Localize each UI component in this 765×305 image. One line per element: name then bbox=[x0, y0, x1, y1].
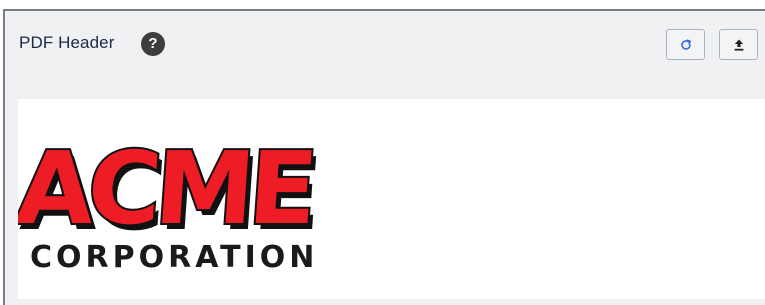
help-icon[interactable]: ? bbox=[141, 32, 165, 56]
refresh-button[interactable] bbox=[666, 29, 705, 60]
logo-word-sub: CORPORATION bbox=[30, 240, 318, 275]
upload-icon bbox=[734, 39, 743, 51]
acme-corporation-logo: ACME ACME CORPORATION bbox=[18, 128, 320, 275]
pdf-header-preview: ACME ACME CORPORATION bbox=[18, 99, 765, 299]
logo-word-main: ACME bbox=[18, 130, 315, 247]
panel-title: PDF Header bbox=[19, 33, 115, 52]
refresh-icon bbox=[680, 38, 691, 50]
upload-button[interactable] bbox=[719, 29, 758, 60]
pdf-header-panel: PDF Header ? ACME ACME CORPORATION bbox=[3, 9, 765, 305]
